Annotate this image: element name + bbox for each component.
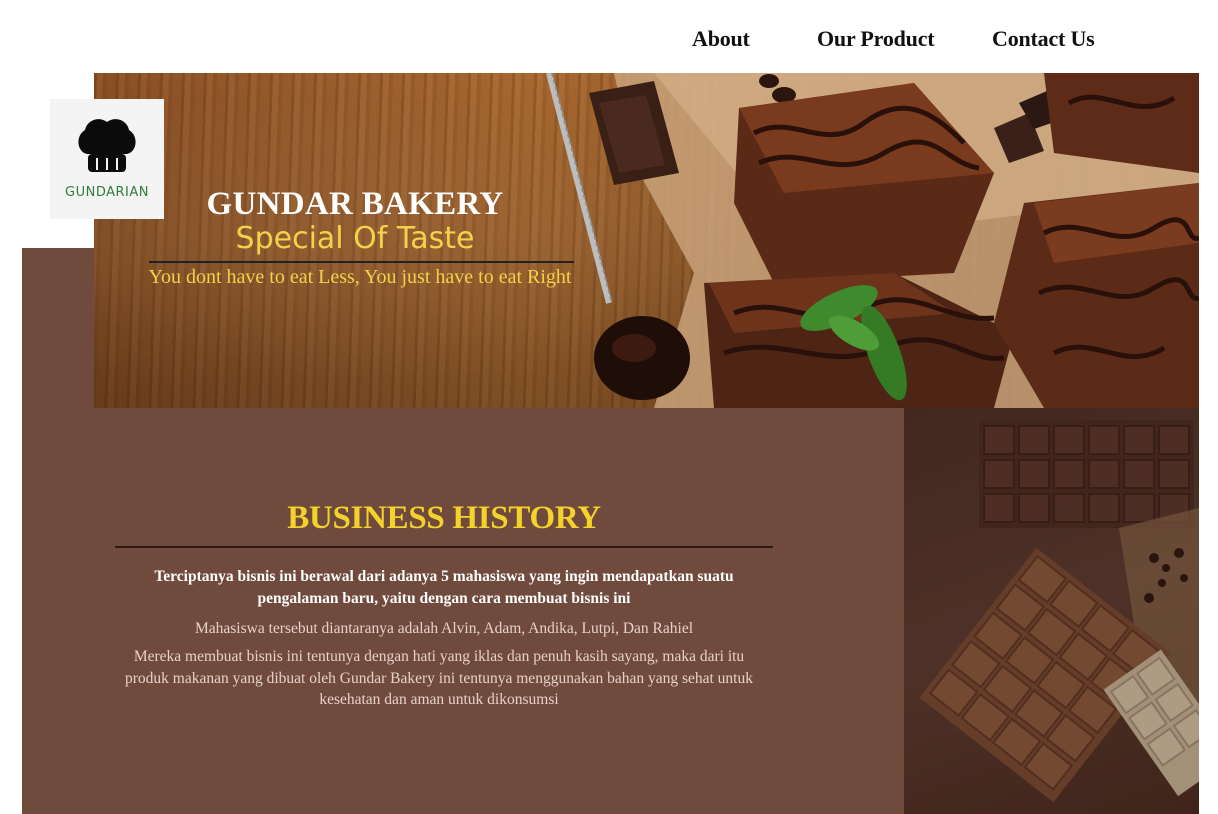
hero-divider xyxy=(149,261,574,263)
hero-subtitle: You dont have to eat Less, You just have… xyxy=(148,266,572,288)
chocolate-bars-illustration xyxy=(904,408,1199,814)
chocolate-bars-image xyxy=(904,408,1199,814)
gundarian-logo[interactable]: GUNDARIAN xyxy=(50,99,164,219)
nav-about-link[interactable]: About xyxy=(692,26,750,52)
history-paragraph-mission: Mereka membuat bisnis ini tentunya denga… xyxy=(124,648,753,708)
main-nav: About Our Product Contact Us xyxy=(0,26,1218,58)
logo-text: GUNDARIAN xyxy=(65,185,149,200)
history-divider xyxy=(115,546,773,548)
business-history-heading: BUSINESS HISTORY xyxy=(287,500,601,536)
chef-hat-icon xyxy=(78,119,136,172)
history-paragraph-members: Mahasiswa tersebut diantaranya adalah Al… xyxy=(194,620,694,637)
history-paragraph-origin: Terciptanya bisnis ini berawal dari adan… xyxy=(154,568,734,607)
brand-title: GUNDAR BAKERY xyxy=(206,186,504,222)
nav-our-product-link[interactable]: Our Product xyxy=(817,26,935,52)
nav-contact-us-link[interactable]: Contact Us xyxy=(992,26,1095,52)
brand-tagline: Special Of Taste xyxy=(235,221,475,256)
